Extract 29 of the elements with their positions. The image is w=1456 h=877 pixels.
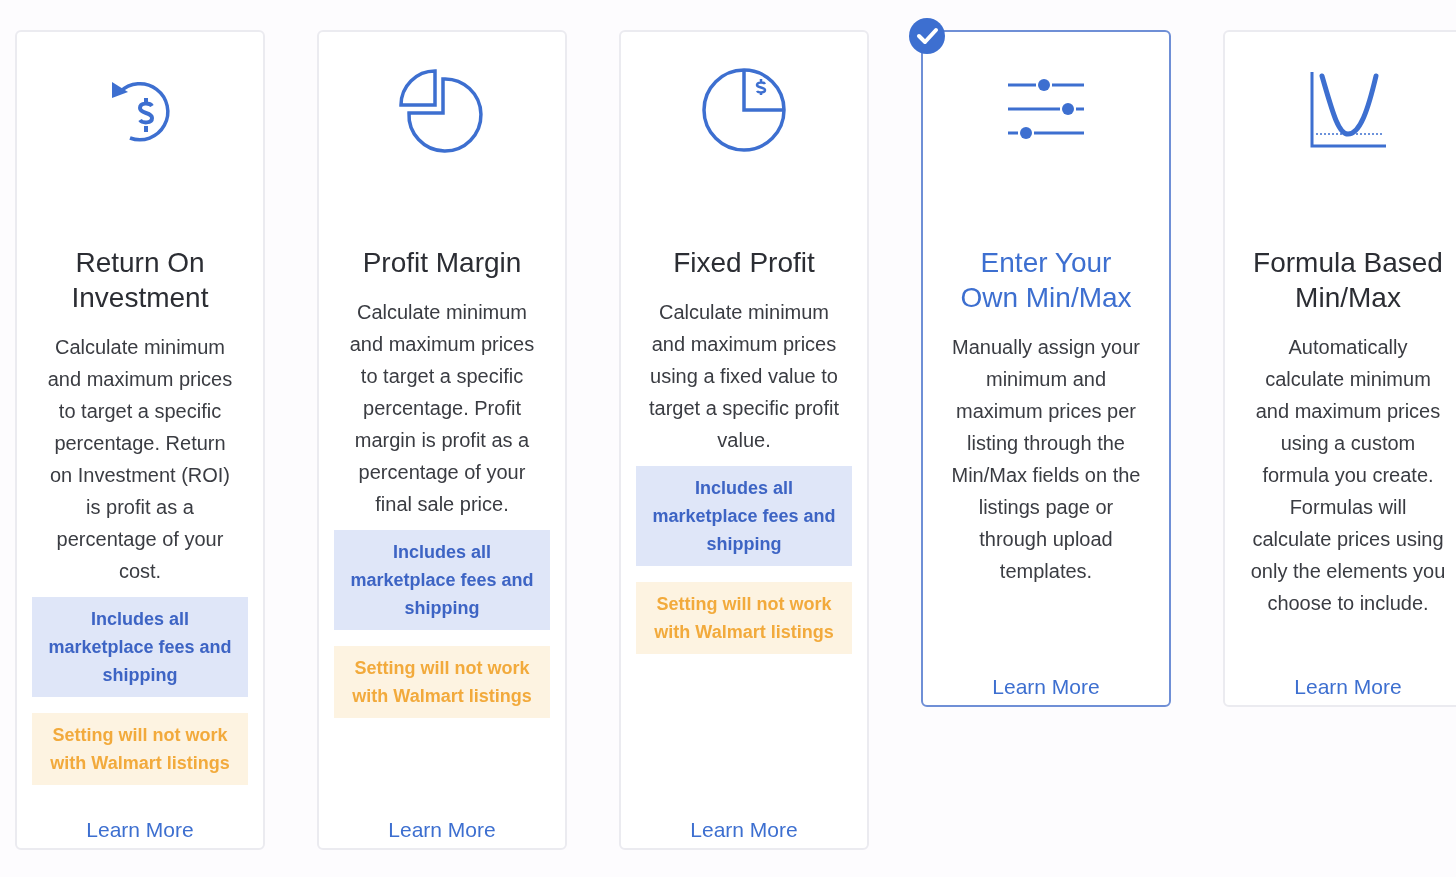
learn-more-link[interactable]: Learn More — [388, 798, 496, 846]
card-description: Calculate minimum and maximum prices to target a specific percentage. Return on Investment (ROI) is profit as a percentage of your cost. — [46, 335, 234, 584]
card-title: Fixed Profit — [672, 246, 816, 280]
card-description: Calculate minimum and maximum prices to target a specific percentage. Profit margin is profit as a percentage of your final sale price. — [348, 300, 536, 517]
option-card[interactable] — [619, 30, 869, 850]
card-description: Automatically calculate minimum and maximum prices using a custom formula you create. Formulas will calculate prices using only the elements you choose to include. — [1249, 335, 1447, 616]
dollar-pie-icon — [701, 67, 787, 153]
learn-more-link[interactable]: Learn More — [1294, 655, 1402, 703]
warning-note: Setting will not work with Walmart listings — [334, 646, 550, 718]
card-title: Profit Margin — [361, 246, 523, 280]
info-note: Includes all marketplace fees and shipping — [334, 530, 550, 630]
option-card[interactable]: Formula Based Min/Max Automatically calculate minimum and maximum prices using a custom formula you create. Formulas will calculate prices using only the elements you choose to include. Learn More — [1223, 30, 1456, 707]
option-card[interactable] — [15, 30, 265, 850]
card-title: Enter Your Own Min/Max — [959, 246, 1133, 315]
card-description: Calculate minimum and maximum prices using a fixed value to target a specific profit value. — [647, 300, 841, 453]
info-note: Includes all marketplace fees and shipping — [636, 466, 852, 566]
card-title: Return On Investment — [70, 246, 210, 315]
card-description: Manually assign your minimum and maximum prices per listing through the Min/Max fields on the listings page or through upload templates. — [950, 335, 1142, 584]
card-title: Formula Based Min/Max — [1252, 246, 1444, 315]
info-note: Includes all marketplace fees and shipping — [32, 597, 248, 697]
learn-more-link[interactable]: Learn More — [86, 798, 194, 846]
learn-more-link[interactable]: Learn More — [690, 798, 798, 846]
warning-note: Setting will not work with Walmart listings — [32, 713, 248, 785]
option-card[interactable] — [317, 30, 567, 850]
option-card[interactable]: Enter Your Own Min/Max Manually assign your minimum and maximum prices per listing through the Min/Max fields on the listings page or through upload templates. Learn More — [921, 30, 1171, 707]
checkmark-badge-icon — [909, 18, 945, 54]
learn-more-link[interactable]: Learn More — [992, 655, 1100, 703]
parabola-graph-icon — [1308, 70, 1388, 150]
warning-note: Setting will not work with Walmart listings — [636, 582, 852, 654]
